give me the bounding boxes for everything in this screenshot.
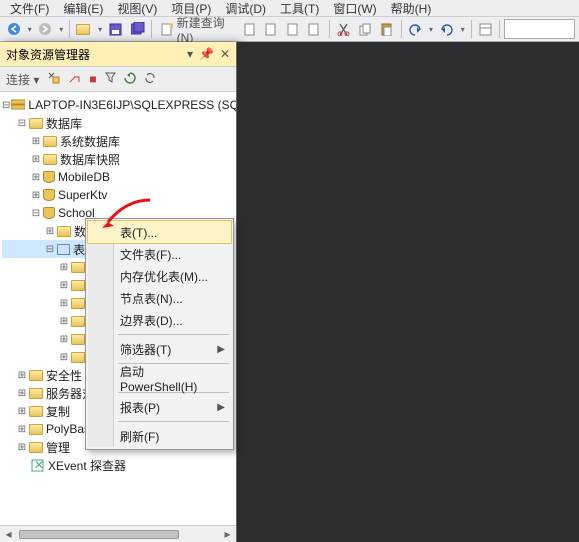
ctx-new-table[interactable]: 表(T)...	[88, 221, 231, 243]
folder-icon	[71, 352, 85, 363]
tree-snapshots-node[interactable]: ⊞数据库快照	[2, 150, 234, 168]
folder-icon	[71, 262, 85, 273]
folder-icon	[29, 442, 43, 453]
sync-icon[interactable]	[144, 72, 156, 87]
folder-icon	[71, 280, 85, 291]
menu-edit[interactable]: 编辑(E)	[57, 0, 109, 16]
folder-icon	[29, 406, 43, 417]
disconnect-icon[interactable]	[68, 71, 81, 87]
scroll-thumb[interactable]	[19, 530, 179, 539]
panel-titlebar: 对象资源管理器 ▾ 📌 ✕	[0, 42, 236, 66]
new-query-label: 新建查询(N)	[177, 14, 234, 45]
nav-fwd-button[interactable]	[36, 18, 56, 40]
query-type-4-button[interactable]	[305, 18, 325, 40]
nav-back-button[interactable]	[4, 18, 24, 40]
folder-icon	[57, 226, 71, 237]
submenu-arrow-icon: ▶	[217, 344, 225, 355]
folder-icon	[29, 424, 43, 435]
ctx-separator	[118, 334, 229, 335]
menu-view[interactable]: 视图(V)	[111, 0, 163, 16]
folder-icon	[43, 154, 57, 165]
toolbar: ▾ ▾ ▾ 新建查询(N) ▾ ▾	[0, 16, 579, 42]
undo-dropdown[interactable]: ▾	[427, 25, 435, 34]
close-icon[interactable]: ✕	[220, 47, 230, 61]
ctx-separator	[118, 421, 229, 422]
panel-menu-icon[interactable]: ▾	[187, 47, 193, 61]
ctx-edge-table[interactable]: 边界表(D)...	[88, 309, 231, 331]
xevent-icon: ✕	[29, 458, 45, 472]
folder-icon	[29, 370, 43, 381]
undo-button[interactable]	[405, 18, 425, 40]
ctx-filter[interactable]: 筛选器(T)▶	[88, 338, 231, 360]
tree-databases-node[interactable]: ⊟数据库	[2, 114, 234, 132]
save-button[interactable]	[106, 18, 126, 40]
query-type-1-button[interactable]	[240, 18, 260, 40]
server-icon	[11, 98, 25, 112]
tree-mobiledb-node[interactable]: ⊞MobileDB	[2, 168, 234, 186]
stop-icon[interactable]: ■	[89, 72, 96, 86]
query-type-2-button[interactable]	[262, 18, 282, 40]
tree-server-node[interactable]: ⊟LAPTOP-IN3E6IJP\SQLEXPRESS (SQL Server	[2, 96, 234, 114]
scroll-right-icon[interactable]: ▸	[219, 527, 236, 542]
redo-dropdown[interactable]: ▾	[459, 25, 467, 34]
folder-icon	[71, 316, 85, 327]
panel-title-text: 对象资源管理器	[6, 46, 90, 63]
cut-button[interactable]	[334, 18, 354, 40]
folder-icon	[71, 298, 85, 309]
scroll-left-icon[interactable]: ◂	[0, 527, 17, 542]
nav-fwd-dropdown[interactable]: ▾	[57, 25, 65, 34]
nav-back-dropdown[interactable]: ▾	[26, 25, 34, 34]
connect-icon[interactable]	[47, 71, 60, 87]
tree-systemdb-node[interactable]: ⊞系统数据库	[2, 132, 234, 150]
folder-icon	[71, 334, 85, 345]
tree-xevent-node[interactable]: ·✕XEvent 探查器	[2, 456, 234, 474]
menubar: 文件(F) 编辑(E) 视图(V) 项目(P) 调试(D) 工具(T) 窗口(W…	[0, 0, 579, 16]
database-icon	[43, 189, 55, 201]
new-query-button[interactable]: 新建查询(N)	[156, 18, 238, 40]
editor-area	[237, 42, 579, 542]
open-file-dropdown[interactable]: ▾	[96, 25, 104, 34]
ctx-memory-table[interactable]: 内存优化表(M)...	[88, 265, 231, 287]
submenu-arrow-icon: ▶	[217, 402, 225, 413]
ctx-refresh[interactable]: 刷新(F)	[88, 425, 231, 447]
tree-superktv-node[interactable]: ⊞SuperKtv	[2, 186, 234, 204]
server-label: LAPTOP-IN3E6IJP\SQLEXPRESS (SQL Server	[28, 98, 236, 112]
properties-button[interactable]	[476, 18, 496, 40]
table-icon	[57, 244, 70, 255]
save-all-button[interactable]	[128, 18, 148, 40]
ctx-file-table[interactable]: 文件表(F)...	[88, 243, 231, 265]
query-type-3-button[interactable]	[284, 18, 304, 40]
pin-icon[interactable]: 📌	[199, 47, 214, 61]
refresh-icon[interactable]	[124, 72, 136, 87]
context-menu: 表(T)... 文件表(F)... 内存优化表(M)... 节点表(N)... …	[85, 218, 234, 450]
horizontal-scrollbar[interactable]: ◂ ▸	[0, 525, 236, 542]
ctx-reports[interactable]: 报表(P)▶	[88, 396, 231, 418]
folder-icon	[29, 118, 43, 129]
copy-button[interactable]	[355, 18, 375, 40]
toolbar-combo[interactable]	[504, 19, 575, 39]
redo-button[interactable]	[437, 18, 457, 40]
menu-help[interactable]: 帮助(H)	[385, 0, 438, 16]
menu-window[interactable]: 窗口(W)	[327, 0, 382, 16]
database-icon	[43, 171, 55, 183]
filter-icon[interactable]	[105, 72, 116, 86]
database-icon	[43, 207, 55, 219]
open-file-button[interactable]	[74, 18, 94, 40]
connect-button[interactable]: 连接 ▾	[6, 71, 39, 88]
paste-button[interactable]	[377, 18, 397, 40]
panel-toolbar: 连接 ▾ ■	[0, 66, 236, 92]
folder-icon	[29, 388, 43, 399]
ctx-powershell[interactable]: 启动 PowerShell(H)	[88, 367, 231, 389]
menu-tools[interactable]: 工具(T)	[274, 0, 325, 16]
folder-icon	[43, 136, 57, 147]
svg-text:✕: ✕	[34, 459, 44, 472]
ctx-node-table[interactable]: 节点表(N)...	[88, 287, 231, 309]
menu-file[interactable]: 文件(F)	[4, 0, 55, 16]
